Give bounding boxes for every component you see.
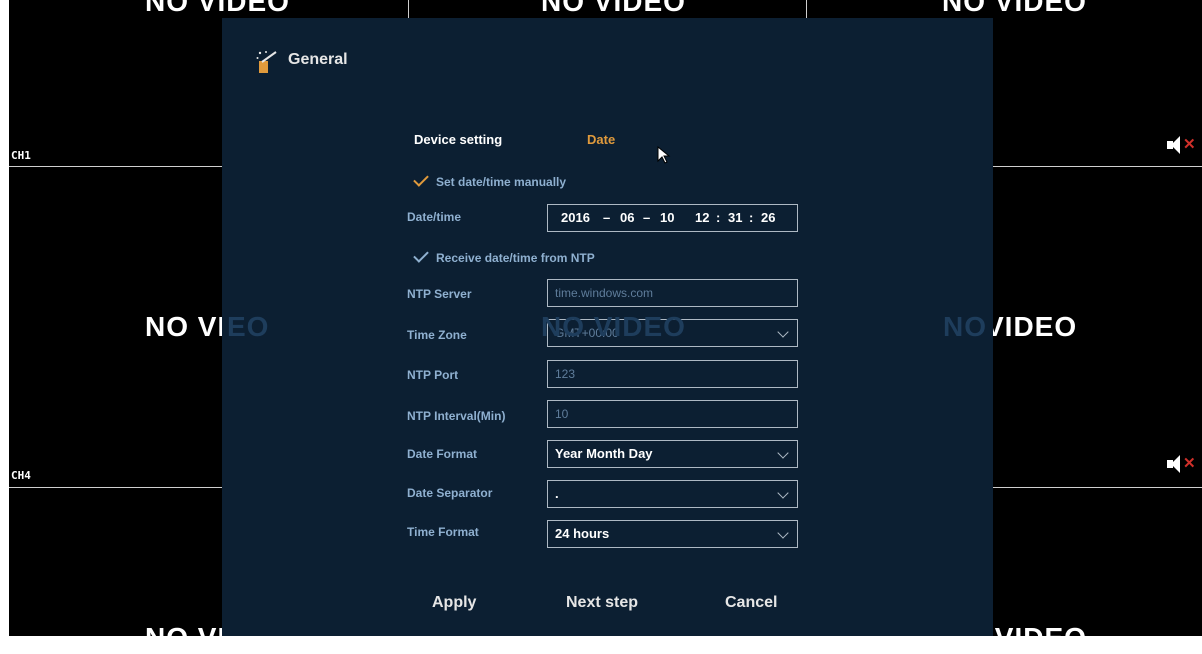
- checkmark-icon: [413, 247, 429, 263]
- channel-label: CH1: [11, 149, 31, 162]
- no-video-label: VIDEO: [985, 311, 1078, 342]
- ntp-interval-input[interactable]: 10: [547, 400, 798, 428]
- page-title: General: [288, 51, 348, 68]
- date-separator: –: [643, 210, 651, 225]
- no-video-label: NO: [943, 311, 987, 342]
- channel-label: CH4: [11, 469, 31, 482]
- mute-icon: ✕: [1167, 455, 1196, 473]
- time-zone-label: Time Zone: [407, 328, 467, 342]
- apply-button[interactable]: Apply: [432, 594, 476, 612]
- date-separator-value: .: [555, 486, 559, 501]
- chevron-down-icon: [777, 487, 789, 499]
- no-video-label: NO VIDEO: [541, 311, 686, 342]
- no-video-label: NO VIDEO: [541, 0, 686, 17]
- time-format-label: Time Format: [407, 525, 479, 539]
- datetime-field[interactable]: 2016 – 06 – 10 12 : 31 : 26: [547, 204, 798, 232]
- manual-datetime-checkbox[interactable]: Set date/time manually: [413, 171, 566, 189]
- ntp-port-input[interactable]: 123: [547, 360, 798, 388]
- time-separator: :: [716, 210, 721, 225]
- no-video-label: EO: [227, 311, 270, 342]
- hour-field[interactable]: 12: [695, 205, 709, 231]
- mouse-cursor-icon: [657, 146, 671, 164]
- ntp-checkbox[interactable]: Receive date/time from NTP: [413, 247, 595, 265]
- minute-field[interactable]: 31: [728, 205, 742, 231]
- datetime-label: Date/time: [407, 210, 462, 224]
- date-format-value: Year Month Day: [555, 446, 653, 461]
- ntp-interval-label: NTP Interval(Min): [407, 409, 506, 423]
- mute-icon: ✕: [1167, 136, 1196, 154]
- year-field[interactable]: 2016: [561, 205, 590, 231]
- ntp-server-input[interactable]: time.windows.com: [547, 279, 798, 307]
- no-video-label: NO VIDEO: [145, 0, 290, 17]
- date-separator: –: [603, 210, 611, 225]
- ntp-server-label: NTP Server: [407, 287, 472, 301]
- wand-icon: [256, 51, 277, 73]
- time-separator: :: [749, 210, 754, 225]
- date-separator-label: Date Separator: [407, 486, 493, 500]
- chevron-down-icon: [777, 326, 789, 338]
- month-field[interactable]: 06: [620, 205, 634, 231]
- ntp-port-label: NTP Port: [407, 368, 459, 382]
- time-format-value: 24 hours: [555, 526, 610, 541]
- second-field[interactable]: 26: [761, 205, 775, 231]
- chevron-down-icon: [777, 447, 789, 459]
- date-separator-select[interactable]: .: [547, 480, 798, 508]
- tab-device-setting[interactable]: Device setting: [414, 132, 502, 147]
- checkmark-icon: [413, 171, 429, 187]
- cancel-button[interactable]: Cancel: [725, 594, 777, 612]
- chevron-down-icon: [777, 527, 789, 539]
- day-field[interactable]: 10: [660, 205, 674, 231]
- tab-date[interactable]: Date: [587, 132, 615, 147]
- next-step-button[interactable]: Next step: [566, 594, 638, 612]
- date-format-select[interactable]: Year Month Day: [547, 440, 798, 468]
- no-video-label: NO VIDEO: [942, 0, 1087, 17]
- date-format-label: Date Format: [407, 447, 478, 461]
- time-format-select[interactable]: 24 hours: [547, 520, 798, 548]
